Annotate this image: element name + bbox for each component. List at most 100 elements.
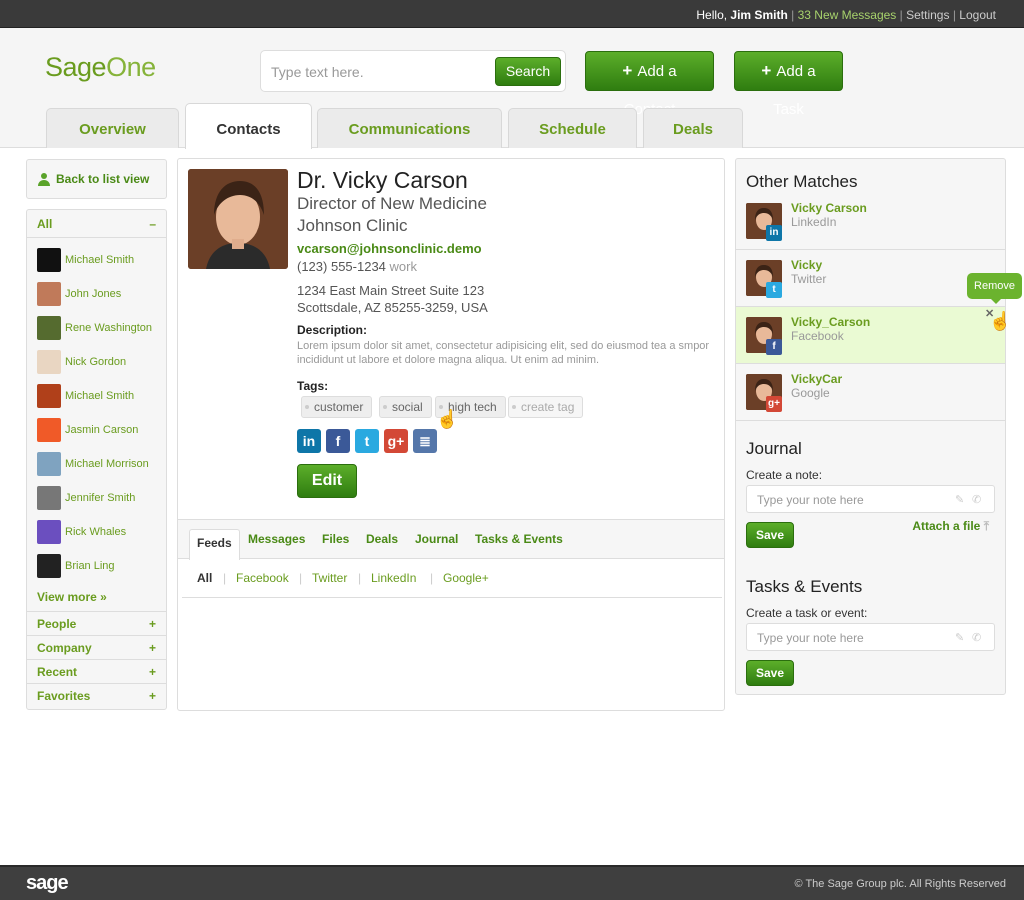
match-item[interactable]: in Vicky Carson LinkedIn	[736, 193, 1005, 250]
sageone-logo[interactable]: SageOne	[45, 52, 156, 83]
expand-icon[interactable]: +	[149, 636, 156, 660]
pencil-icon[interactable]: ✎	[955, 631, 967, 644]
tab-deals[interactable]: Deals	[643, 108, 743, 148]
tasks-events-heading: Tasks & Events	[746, 577, 863, 596]
sage-logo[interactable]: sage	[26, 872, 69, 895]
remove-tooltip[interactable]: Remove	[967, 273, 1022, 304]
linkedin-icon[interactable]: in	[297, 429, 321, 453]
search-input[interactable]	[271, 62, 491, 82]
filter-google-plus[interactable]: Google+	[443, 571, 489, 585]
facebook-icon[interactable]: f	[326, 429, 350, 453]
collapse-icon[interactable]: –	[149, 210, 156, 238]
match-item[interactable]: t Vicky Twitter	[736, 250, 1005, 307]
divider	[182, 597, 722, 598]
back-to-list-button[interactable]: Back to list view	[26, 159, 167, 199]
list-filter-all[interactable]: All –	[27, 210, 166, 238]
phone-label: work	[389, 259, 417, 274]
contact-list-item[interactable]: John Jones	[37, 282, 165, 306]
pencil-icon[interactable]: ✎	[955, 493, 967, 506]
tab-feeds[interactable]: Feeds	[189, 529, 240, 560]
task-input[interactable]	[757, 630, 947, 646]
contact-list-item[interactable]: Michael Smith	[37, 384, 165, 408]
category-people[interactable]: People +	[27, 611, 166, 635]
contact-list-item[interactable]: Nick Gordon	[37, 350, 165, 374]
match-item[interactable]: g+ VickyCar Google	[736, 364, 1005, 421]
add-task-label: Add a Task	[773, 63, 816, 118]
greeting: Hello,	[696, 8, 728, 22]
tag-social[interactable]: social	[379, 396, 432, 418]
category-favorites[interactable]: Favorites +	[27, 683, 166, 707]
tag-customer[interactable]: customer	[301, 396, 373, 418]
contact-list-name: Michael Smith	[65, 254, 135, 266]
contact-list-item[interactable]: Michael Morrison	[37, 452, 165, 476]
expand-icon[interactable]: +	[149, 660, 156, 684]
category-label: Favorites	[37, 689, 91, 703]
feeds-tabbar: Feeds Messages Files Deals Journal Tasks…	[178, 519, 724, 560]
contact-list-item[interactable]: Jennifer Smith	[37, 486, 165, 510]
match-name[interactable]: VickyCar	[791, 372, 842, 386]
tab-deals[interactable]: Deals	[366, 532, 398, 546]
filter-linkedin[interactable]: LinkedIn	[371, 571, 416, 585]
tab-tasks-events[interactable]: Tasks & Events	[475, 532, 563, 546]
contact-email-link[interactable]: vcarson@johnsonclinic.demo	[297, 241, 482, 256]
avatar	[37, 350, 61, 374]
tab-communications[interactable]: Communications	[317, 108, 502, 148]
filter-twitter[interactable]: Twitter	[312, 571, 347, 585]
logout-link[interactable]: Logout	[959, 8, 996, 22]
contact-list-panel: All – Michael Smith John Jones Rene Washing…	[26, 209, 167, 710]
create-tag-button[interactable]: create tag	[508, 396, 584, 418]
description-heading: Description:	[297, 323, 368, 337]
edit-button[interactable]: Edit	[297, 464, 357, 498]
avatar	[37, 486, 61, 510]
contact-list-item[interactable]: Rene Washington	[37, 316, 165, 340]
expand-icon[interactable]: +	[149, 612, 156, 636]
contact-list-name: Michael Smith	[65, 390, 135, 402]
separator: |	[430, 571, 434, 585]
match-source: Twitter	[791, 272, 827, 286]
attach-file-link[interactable]: Attach a file ⤒	[912, 519, 989, 534]
tab-overview[interactable]: Overview	[46, 108, 179, 148]
avatar	[37, 418, 61, 442]
match-name[interactable]: Vicky Carson	[791, 201, 867, 215]
search-button[interactable]: Search	[495, 57, 561, 86]
phone-icon[interactable]: ✆	[972, 493, 984, 506]
match-name[interactable]: Vicky	[791, 258, 822, 272]
google-plus-icon[interactable]: g+	[384, 429, 408, 453]
phone-icon[interactable]: ✆	[972, 631, 984, 644]
tab-files[interactable]: Files	[322, 532, 349, 546]
twitter-icon[interactable]: t	[355, 429, 379, 453]
add-contact-button[interactable]: +Add a Contact	[585, 51, 714, 118]
contact-list-item[interactable]: Jasmin Carson	[37, 418, 165, 442]
match-source: Facebook	[791, 329, 844, 343]
filter-facebook[interactable]: Facebook	[236, 571, 289, 585]
notes-icon[interactable]: ≣	[413, 429, 437, 453]
add-task-button[interactable]: + Add a Task	[734, 51, 843, 118]
tab-contacts[interactable]: Contacts	[185, 103, 312, 149]
tab-schedule[interactable]: Schedule	[508, 108, 637, 148]
save-task-button[interactable]: Save	[746, 660, 794, 686]
google-badge-icon: g+	[766, 396, 782, 412]
category-label: Company	[37, 641, 92, 655]
new-messages-link[interactable]: 33 New Messages	[798, 8, 897, 22]
filter-all[interactable]: All	[197, 571, 212, 585]
view-more-link[interactable]: View more »	[37, 590, 107, 604]
separator: |	[223, 571, 227, 585]
match-name[interactable]: Vicky_Carson	[791, 315, 870, 329]
tab-journal[interactable]: Journal	[415, 532, 458, 546]
settings-link[interactable]: Settings	[906, 8, 949, 22]
create-task-label: Create a task or event:	[746, 606, 868, 620]
category-recent[interactable]: Recent +	[27, 659, 166, 683]
match-item[interactable]: f Vicky_Carson Facebook	[736, 307, 1005, 364]
save-note-button[interactable]: Save	[746, 522, 794, 548]
contact-list-item[interactable]: Brian Ling	[37, 554, 165, 578]
task-input-box: ✎ ✆	[746, 623, 995, 651]
category-company[interactable]: Company +	[27, 635, 166, 659]
facebook-badge-icon: f	[766, 339, 782, 355]
contact-list-item[interactable]: Rick Whales	[37, 520, 165, 544]
tab-messages[interactable]: Messages	[248, 532, 305, 546]
contact-list-item[interactable]: Michael Smith	[37, 248, 165, 272]
note-input[interactable]	[757, 492, 947, 508]
contact-list-name: Rene Washington	[65, 322, 153, 334]
expand-icon[interactable]: +	[149, 684, 156, 708]
person-icon	[38, 173, 50, 186]
